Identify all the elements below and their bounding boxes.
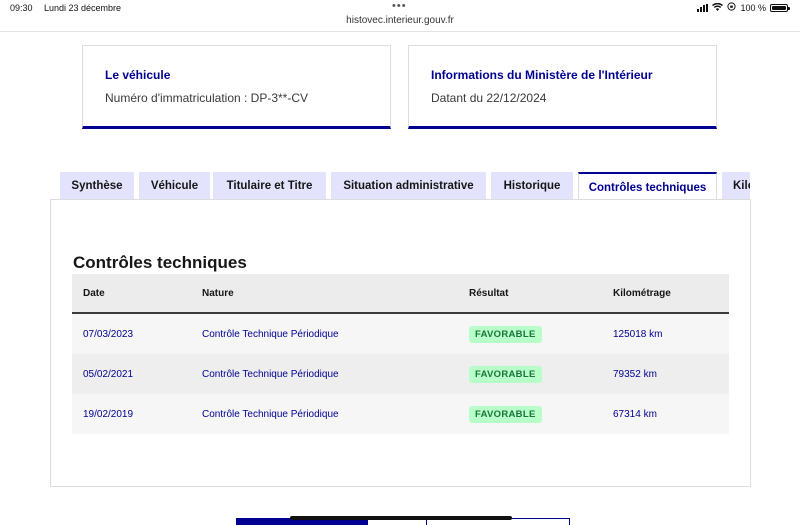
column-header-date: Date xyxy=(83,287,105,299)
result-badge: FAVORABLE xyxy=(469,405,542,423)
status-date: Lundi 23 décembre xyxy=(44,3,122,13)
status-time: 09:30 xyxy=(10,3,33,13)
row-nature: Contrôle Technique Périodique xyxy=(202,408,339,420)
home-indicator[interactable] xyxy=(290,516,512,520)
row-mileage: 67314 km xyxy=(613,408,657,420)
wifi-icon xyxy=(712,2,724,13)
tab-historique[interactable]: Historique xyxy=(491,172,573,200)
tab-vehicule[interactable]: Véhicule xyxy=(139,172,210,200)
row-mileage: 125018 km xyxy=(613,328,663,340)
row-nature: Contrôle Technique Périodique xyxy=(202,328,339,340)
section-title: Contrôles techniques xyxy=(73,253,247,272)
row-date: 19/02/2019 xyxy=(83,408,134,420)
status-bar: 09:30 Lundi 23 décembre ••• 100 % xyxy=(0,0,800,16)
vehicle-card: Le véhicule Numéro d'immatriculation : D… xyxy=(82,45,391,129)
registration-number: Numéro d'immatriculation : DP-3**-CV xyxy=(105,91,309,105)
row-mileage: 79352 km xyxy=(613,368,657,380)
row-nature: Contrôle Technique Périodique xyxy=(202,368,339,380)
column-header-result: Résultat xyxy=(469,287,509,299)
column-header-mileage: Kilométrage xyxy=(613,287,671,299)
table-header: Date Nature Résultat Kilométrage xyxy=(72,274,729,314)
tab-panel: Contrôles techniques Date Nature Résulta… xyxy=(50,199,751,487)
ministry-card-title: Informations du Ministère de l'Intérieur xyxy=(431,68,653,82)
address-bar[interactable]: histovec.interieur.gouv.fr xyxy=(0,15,800,26)
row-result: FAVORABLE xyxy=(469,314,542,354)
cellular-signal-icon xyxy=(697,3,709,12)
vehicle-card-title: Le véhicule xyxy=(105,68,171,82)
battery-icon xyxy=(770,3,790,12)
tab-titulaire-titre[interactable]: Titulaire et Titre xyxy=(213,172,326,200)
tab-kilometrage[interactable]: Kilométrage xyxy=(722,172,750,200)
tab-situation-administrative[interactable]: Situation administrative xyxy=(331,172,486,200)
row-result: FAVORABLE xyxy=(469,394,542,434)
tab-synthese[interactable]: Synthèse xyxy=(60,172,134,200)
table-row: 07/03/2023 Contrôle Technique Périodique… xyxy=(72,314,729,354)
tab-controles-techniques[interactable]: Contrôles techniques xyxy=(578,172,717,200)
inspections-table: Date Nature Résultat Kilométrage 07/03/2… xyxy=(72,274,729,434)
table-row: 19/02/2019 Contrôle Technique Périodique… xyxy=(72,394,729,434)
tab-list: Synthèse Véhicule Titulaire et Titre Sit… xyxy=(60,172,750,200)
rotation-lock-icon xyxy=(727,2,737,13)
row-date: 07/03/2023 xyxy=(83,328,134,340)
result-badge: FAVORABLE xyxy=(469,325,542,343)
status-right: 100 % xyxy=(697,2,790,13)
data-date: Datant du 22/12/2024 xyxy=(431,91,547,105)
table-row: 05/02/2021 Contrôle Technique Périodique… xyxy=(72,354,729,394)
battery-percent: 100 % xyxy=(740,2,766,13)
divider xyxy=(0,31,800,32)
row-result: FAVORABLE xyxy=(469,354,542,394)
multitasking-dots-icon[interactable]: ••• xyxy=(392,0,407,12)
column-header-nature: Nature xyxy=(202,287,234,299)
row-date: 05/02/2021 xyxy=(83,368,134,380)
result-badge: FAVORABLE xyxy=(469,365,542,383)
ministry-info-card: Informations du Ministère de l'Intérieur… xyxy=(408,45,717,129)
